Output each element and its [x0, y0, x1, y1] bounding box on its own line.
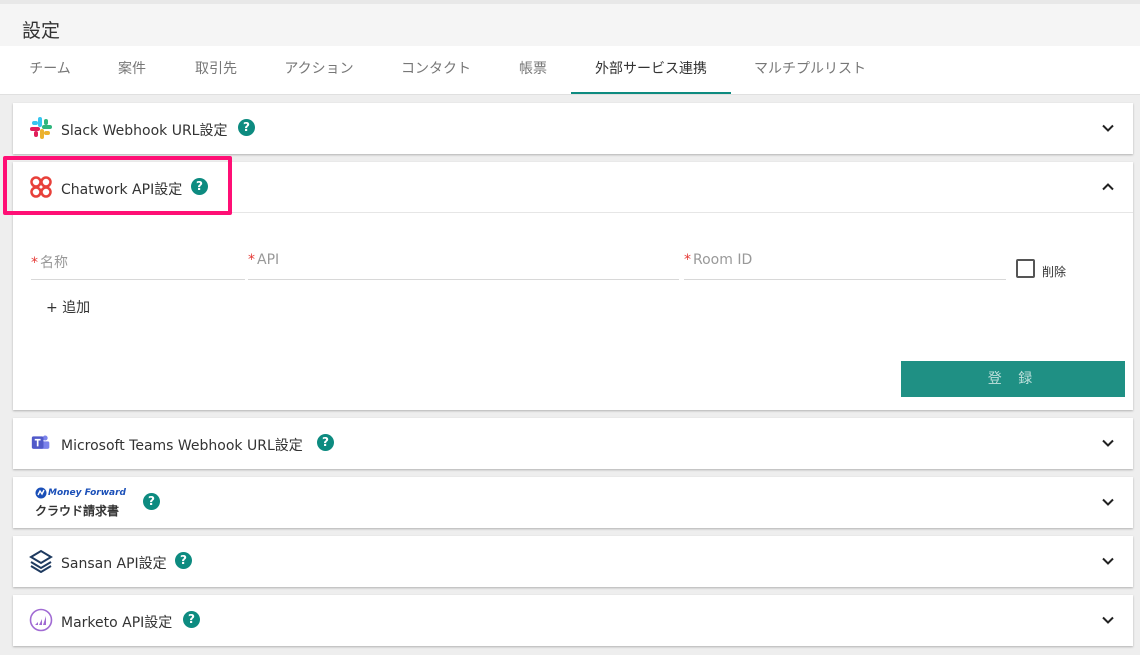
- marketo-panel-header[interactable]: Marketo API設定 ?: [13, 595, 1133, 646]
- slack-panel: Slack Webhook URL設定 ?: [13, 103, 1133, 154]
- page-title: 設定: [22, 20, 61, 42]
- name-field[interactable]: * 名称: [31, 252, 245, 280]
- register-button[interactable]: 登 録: [901, 361, 1125, 397]
- marketo-logo-icon: [29, 608, 53, 632]
- moneyforward-logo-text: Money Forward: [48, 488, 126, 498]
- chevron-down-icon[interactable]: [1101, 121, 1115, 135]
- moneyforward-panel-header[interactable]: Money Forward クラウド請求書 ?: [13, 477, 1133, 528]
- marketo-panel-label: Marketo API設定: [61, 615, 173, 631]
- moneyforward-help-icon[interactable]: ?: [143, 493, 160, 510]
- page-header: 設定: [0, 0, 1140, 46]
- sansan-panel: Sansan API設定 ?: [13, 536, 1133, 587]
- tab-clients[interactable]: 取引先: [186, 46, 246, 94]
- highlight-box: [3, 156, 232, 215]
- tab-deals[interactable]: 案件: [108, 46, 156, 94]
- slack-logo-icon: [30, 117, 52, 139]
- tab-contacts[interactable]: コンタクト: [392, 46, 480, 94]
- tab-team[interactable]: チーム: [20, 46, 80, 94]
- delete-checkbox[interactable]: [1016, 259, 1035, 278]
- tab-actions[interactable]: アクション: [276, 46, 362, 94]
- teams-panel: Microsoft Teams Webhook URL設定 ?: [13, 418, 1133, 469]
- teams-help-icon[interactable]: ?: [317, 434, 334, 451]
- slack-help-icon[interactable]: ?: [238, 119, 255, 136]
- chevron-down-icon[interactable]: [1101, 613, 1115, 627]
- moneyforward-panel: Money Forward クラウド請求書 ?: [13, 477, 1133, 528]
- moneyforward-logo-icon: [35, 487, 47, 499]
- tab-external-services[interactable]: 外部サービス連携: [571, 46, 731, 94]
- chevron-down-icon[interactable]: [1101, 554, 1115, 568]
- settings-tabs: チーム 案件 取引先 アクション コンタクト 帳票 外部サービス連携 マルチプル…: [0, 46, 1140, 95]
- marketo-panel: Marketo API設定 ?: [13, 595, 1133, 646]
- api-placeholder: API: [257, 252, 280, 268]
- sansan-panel-header[interactable]: Sansan API設定 ?: [13, 536, 1133, 587]
- tab-multiple-list[interactable]: マルチプルリスト: [746, 46, 874, 94]
- chevron-down-icon[interactable]: [1101, 436, 1115, 450]
- add-row-button[interactable]: + 追加: [46, 297, 90, 317]
- slack-panel-label: Slack Webhook URL設定: [61, 123, 228, 139]
- chevron-up-icon[interactable]: [1101, 180, 1115, 194]
- required-mark: *: [684, 252, 691, 268]
- room-id-placeholder: Room ID: [693, 252, 753, 268]
- room-id-field[interactable]: * Room ID: [684, 252, 1006, 280]
- teams-panel-header[interactable]: Microsoft Teams Webhook URL設定 ?: [13, 418, 1133, 469]
- sansan-logo-icon: [29, 549, 53, 573]
- moneyforward-logo-subtitle: クラウド請求書: [35, 504, 120, 518]
- chevron-down-icon[interactable]: [1101, 495, 1115, 509]
- api-field[interactable]: * API: [248, 252, 679, 280]
- marketo-help-icon[interactable]: ?: [183, 611, 200, 628]
- required-mark: *: [248, 252, 255, 268]
- slack-panel-header[interactable]: Slack Webhook URL設定 ?: [13, 103, 1133, 154]
- tab-forms[interactable]: 帳票: [510, 46, 556, 94]
- teams-logo-icon: [31, 435, 50, 449]
- sansan-help-icon[interactable]: ?: [175, 552, 192, 569]
- delete-label: 削除: [1042, 265, 1067, 279]
- required-mark: *: [31, 255, 38, 271]
- sansan-panel-label: Sansan API設定: [61, 556, 167, 572]
- name-placeholder: 名称: [40, 255, 68, 271]
- teams-panel-label: Microsoft Teams Webhook URL設定: [61, 438, 303, 454]
